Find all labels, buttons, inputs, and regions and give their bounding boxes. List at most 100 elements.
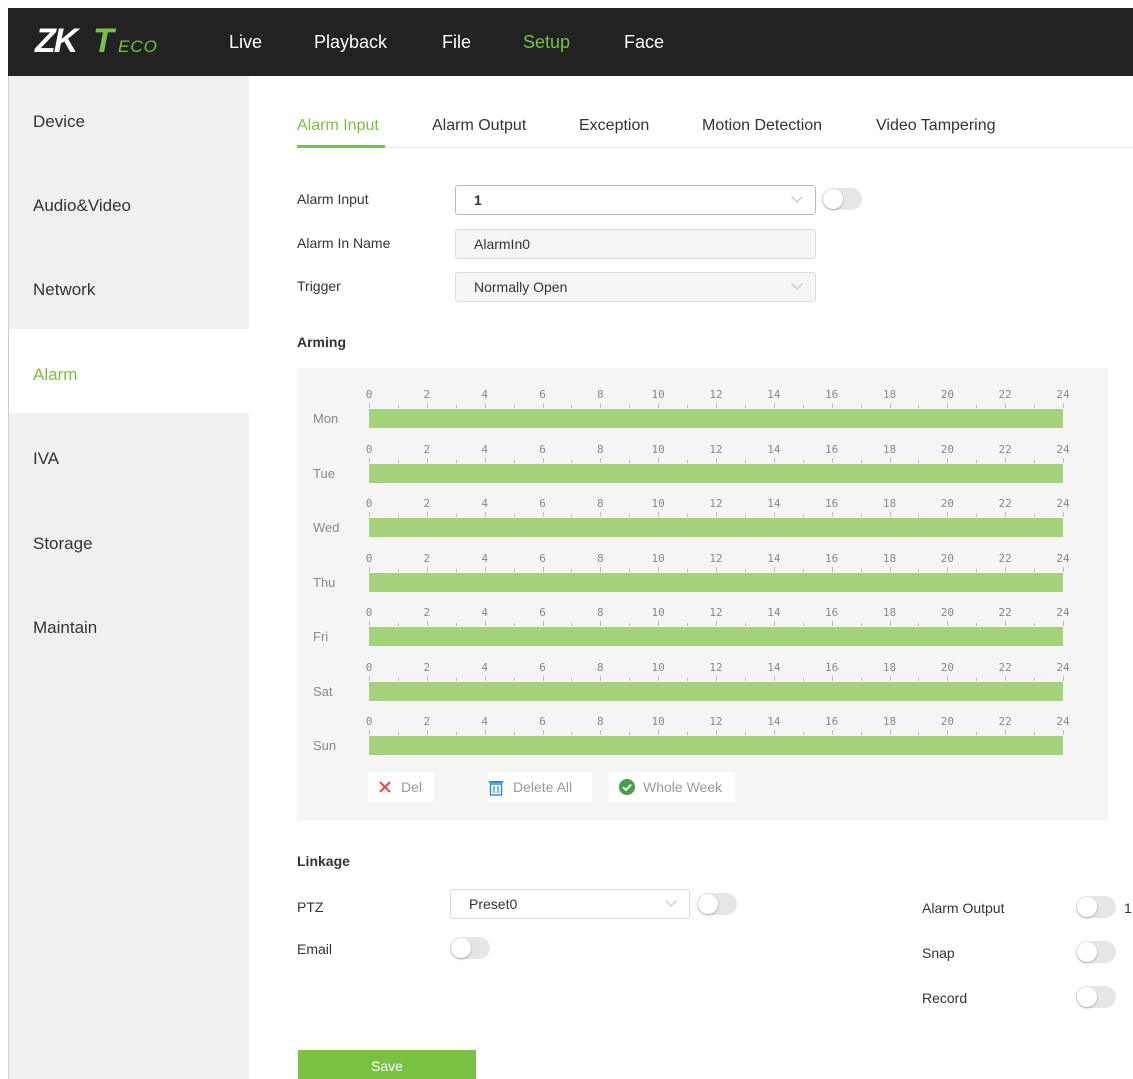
hour-tick-mark — [484, 621, 486, 626]
check-circle-icon — [619, 779, 635, 795]
tab-motion-detection[interactable]: Motion Detection — [702, 117, 822, 135]
nav-playback[interactable]: Playback — [314, 32, 387, 53]
whole-week-button[interactable]: Whole Week — [609, 772, 735, 802]
minor-tick-mark — [802, 623, 804, 626]
hour-tick-mark — [831, 457, 833, 463]
nav-file[interactable]: File — [442, 32, 471, 53]
hour-tick-mark — [773, 675, 775, 681]
hour-tick-label: 20 — [940, 606, 954, 619]
day-label-sat: Sat — [313, 683, 333, 699]
schedule-bar-sat[interactable] — [369, 681, 1063, 701]
hour-tick-mark — [542, 621, 544, 626]
snap-toggle[interactable] — [1076, 941, 1116, 963]
minor-tick-mark — [513, 623, 515, 626]
sidebar-item-iva[interactable]: IVA — [9, 413, 249, 497]
schedule-bar-fri[interactable] — [369, 627, 1063, 646]
hour-tick-label: 0 — [365, 606, 373, 619]
toggle-knob — [1077, 942, 1097, 962]
minor-tick-mark — [513, 677, 515, 681]
minor-tick-mark — [513, 732, 515, 735]
hour-tick-mark — [369, 457, 370, 463]
whole-week-label: Whole Week — [643, 779, 723, 795]
hour-tick-mark — [831, 566, 833, 572]
schedule-bar-wed[interactable] — [369, 518, 1063, 537]
minor-tick-mark — [744, 405, 746, 408]
minor-tick-mark — [455, 732, 457, 735]
hour-tick-mark — [716, 675, 717, 681]
alarm-in-name-field[interactable]: AlarmIn0 — [455, 229, 816, 259]
sidebar-item-audio-video[interactable]: Audio&Video — [9, 160, 249, 244]
schedule-bar-mon[interactable] — [369, 409, 1063, 428]
minor-tick-mark — [860, 568, 862, 572]
hour-tick-mark — [658, 566, 660, 572]
sidebar-item-alarm[interactable]: Alarm — [9, 329, 249, 413]
hour-tick-label: 24 — [1056, 388, 1070, 401]
day-label-sun: Sun — [313, 738, 337, 753]
minor-tick-mark — [976, 405, 978, 408]
sidebar-item-network[interactable]: Network — [9, 244, 249, 328]
hour-tick-mark — [658, 512, 660, 517]
hour-tick-label: 24 — [1056, 442, 1070, 456]
hour-tick-mark — [889, 457, 891, 463]
trigger-value: Normally Open — [474, 279, 568, 295]
schedule-bar-thu[interactable] — [369, 572, 1063, 592]
ptz-preset-select[interactable]: Preset0 — [450, 889, 690, 919]
minor-tick-mark — [860, 732, 862, 735]
hour-tick-mark — [1063, 675, 1064, 681]
schedule-bar-tue[interactable] — [369, 463, 1063, 483]
tab-alarm-input[interactable]: Alarm Input — [297, 117, 379, 135]
minor-tick-mark — [860, 405, 862, 408]
hour-tick-label: 8 — [597, 715, 604, 728]
save-button[interactable]: Save — [298, 1050, 476, 1079]
hour-tick-label: 16 — [825, 660, 839, 674]
minor-tick-mark — [455, 459, 457, 463]
schedule-bar-sun[interactable] — [369, 736, 1063, 755]
hour-tick-mark — [600, 457, 602, 463]
del-button[interactable]: Del — [368, 772, 434, 802]
sidebar: Device Audio&Video Network Alarm IVA Sto… — [9, 76, 249, 1079]
ptz-toggle[interactable] — [697, 893, 737, 915]
minor-tick-mark — [976, 677, 978, 681]
day-label-wed: Wed — [313, 520, 340, 535]
nav-setup[interactable]: Setup — [523, 32, 570, 53]
hour-tick-label: 14 — [767, 660, 781, 674]
sidebar-item-device[interactable]: Device — [9, 76, 249, 160]
alarm-input-toggle[interactable] — [822, 188, 862, 210]
record-toggle[interactable] — [1076, 986, 1116, 1008]
hour-tick-mark — [947, 457, 949, 463]
nav-live[interactable]: Live — [229, 32, 262, 53]
sidebar-item-label: Device — [33, 112, 85, 131]
sidebar-item-maintain[interactable]: Maintain — [9, 582, 249, 666]
hour-tick-mark — [1005, 730, 1007, 735]
email-toggle[interactable] — [450, 937, 490, 959]
tab-exception[interactable]: Exception — [579, 117, 649, 135]
tab-video-tampering[interactable]: Video Tampering — [876, 117, 996, 135]
hour-tick-label: 2 — [423, 660, 431, 674]
minor-tick-mark — [455, 623, 457, 626]
hour-tick-label: 24 — [1056, 497, 1070, 510]
hour-tick-mark — [426, 566, 428, 572]
hour-tick-mark — [716, 457, 717, 463]
minor-tick-mark — [802, 405, 804, 408]
hour-tick-label: 0 — [365, 551, 373, 565]
hour-tick-label: 4 — [481, 715, 488, 728]
tab-alarm-output[interactable]: Alarm Output — [432, 117, 526, 135]
hour-tick-mark — [542, 566, 544, 572]
hour-tick-label: 20 — [940, 442, 954, 456]
alarm-input-select[interactable]: 1 — [455, 185, 816, 215]
delete-all-button[interactable]: Delete All — [488, 772, 592, 802]
hour-tick-mark — [889, 403, 891, 408]
hour-tick-label: 2 — [423, 442, 431, 456]
hour-tick-mark — [369, 566, 370, 572]
record-label: Record — [922, 990, 968, 1006]
hour-tick-mark — [1005, 621, 1007, 626]
minor-tick-mark — [571, 514, 573, 517]
hour-tick-label: 14 — [767, 715, 781, 728]
nav-face[interactable]: Face — [624, 32, 664, 53]
sidebar-item-storage[interactable]: Storage — [9, 498, 249, 582]
minor-tick-mark — [571, 568, 573, 572]
hour-tick-mark — [542, 512, 544, 517]
alarm-output-toggle[interactable] — [1076, 896, 1116, 918]
hour-tick-mark — [542, 730, 544, 735]
trigger-select[interactable]: Normally Open — [455, 272, 816, 302]
